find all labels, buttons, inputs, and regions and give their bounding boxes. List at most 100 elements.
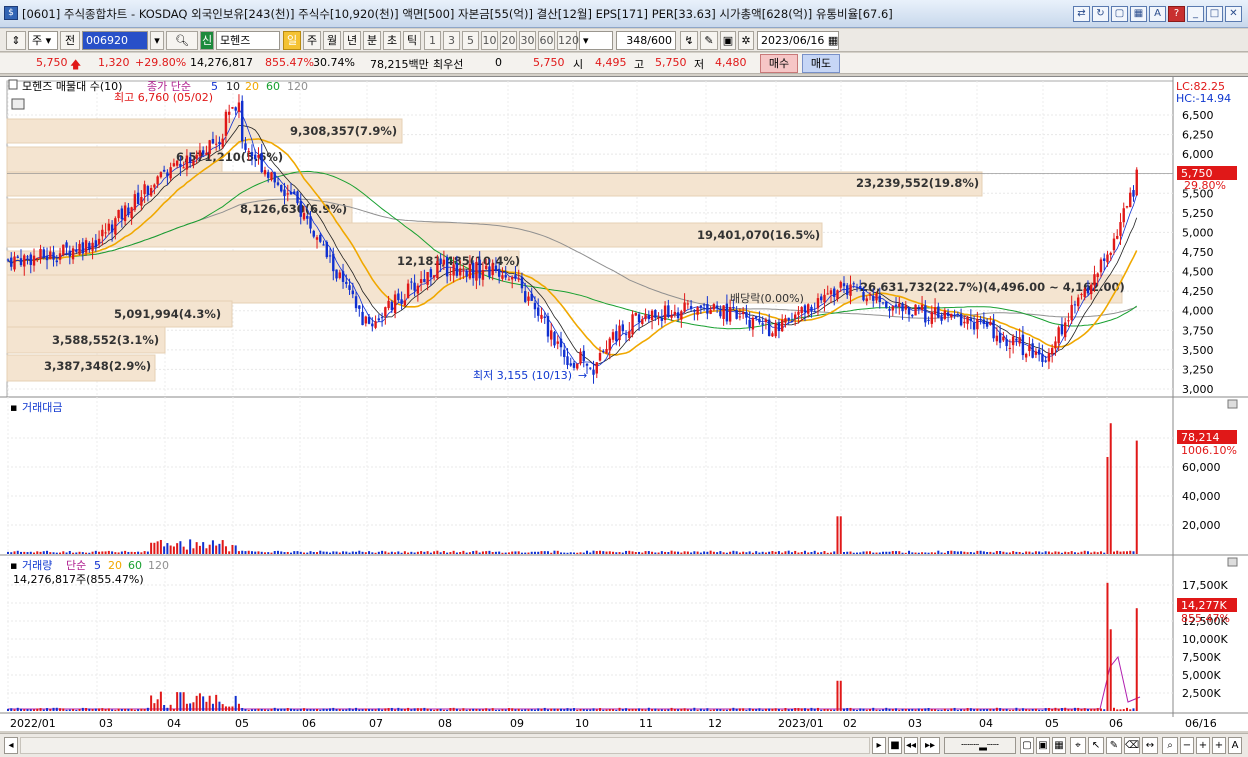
minimize-button[interactable]: _ <box>1187 6 1204 22</box>
minute-60[interactable]: 60 <box>538 31 555 50</box>
vol-ma60-label: 60 <box>128 559 142 572</box>
stretch-icon[interactable]: ↔ <box>1142 737 1158 754</box>
sell-button[interactable]: 매도 <box>802 54 840 73</box>
copy-icon[interactable]: ▢ <box>1111 6 1128 22</box>
cursor-icon[interactable]: ↖ <box>1088 737 1104 754</box>
tab-month[interactable]: 월 <box>323 31 341 50</box>
candle-body <box>361 311 364 326</box>
minute-30[interactable]: 30 <box>519 31 536 50</box>
amount-bar <box>1044 551 1047 554</box>
amount-bar <box>85 552 88 554</box>
amount-bar <box>540 551 543 554</box>
font-icon[interactable]: A <box>1149 6 1166 22</box>
rewind-icon[interactable]: ◂◂ <box>904 737 918 754</box>
stock-code-input[interactable]: 006920 <box>82 31 148 50</box>
tool-icon[interactable]: ✎ <box>700 31 718 50</box>
magnify-icon[interactable]: ⌕ <box>1162 737 1178 754</box>
scroll-track[interactable] <box>20 737 870 754</box>
tab-second[interactable]: 초 <box>383 31 401 50</box>
stop-icon[interactable]: ■ <box>888 737 902 754</box>
draw-icon[interactable]: ✎ <box>1106 737 1122 754</box>
volume-bar <box>862 708 865 711</box>
candle-body <box>585 363 589 366</box>
amount-bar <box>296 551 299 554</box>
zoom-in-icon[interactable]: + <box>1196 737 1210 754</box>
text-size-icon[interactable]: A <box>1228 737 1242 754</box>
amount-bar <box>416 551 419 554</box>
zoom-box2-icon[interactable]: ▣ <box>1036 737 1050 754</box>
custom-interval-input[interactable]: ▾ <box>579 31 613 50</box>
eraser-icon[interactable]: ⌫ <box>1124 737 1140 754</box>
buy-button[interactable]: 매수 <box>760 54 798 73</box>
amount-bar <box>433 551 436 554</box>
scroll-left-icon[interactable]: ◂ <box>4 737 18 754</box>
play-icon[interactable]: ▸ <box>872 737 886 754</box>
amount-bar <box>940 552 943 554</box>
table-icon[interactable] <box>11 98 25 110</box>
candle-body <box>553 332 556 346</box>
search-icon[interactable]: 🔍︎ <box>166 31 198 50</box>
tab-minute[interactable]: 분 <box>363 31 381 50</box>
minute-20[interactable]: 20 <box>500 31 517 50</box>
bar-count[interactable]: 348/600 <box>616 31 676 50</box>
fit-icon[interactable]: + <box>1212 737 1226 754</box>
date-input[interactable]: 2023/06/16 ▦ <box>757 31 839 50</box>
candle-body <box>1132 190 1135 197</box>
maximize-button[interactable]: □ <box>1206 6 1223 22</box>
amount-bar <box>664 551 667 554</box>
candle-body <box>839 281 842 288</box>
volume-bar <box>1021 708 1024 711</box>
layout-icon[interactable]: ▦ <box>1052 737 1066 754</box>
volume-bar <box>686 709 689 711</box>
chart-area[interactable]: 9,308,357(7.9%) 6,571,210(5.6%) 23,239,552… <box>0 76 1248 731</box>
minute-5[interactable]: 5 <box>462 31 479 50</box>
amount-bar <box>1067 552 1070 554</box>
minute-10[interactable]: 10 <box>481 31 498 50</box>
tab-year[interactable]: 년 <box>343 31 361 50</box>
candle-body <box>101 229 104 237</box>
amount-bar <box>176 543 179 554</box>
grid-icon[interactable]: ▦ <box>1130 6 1147 22</box>
period-select[interactable]: 주 ▾ <box>28 31 58 50</box>
app-icon: $ <box>4 6 18 20</box>
price-tick-label: 4,750 <box>1182 246 1214 259</box>
minute-120[interactable]: 120 <box>557 31 579 50</box>
amount-bar <box>729 551 732 554</box>
forward-icon[interactable]: ▸▸ <box>920 737 940 754</box>
link-icon[interactable]: ⇄ <box>1073 6 1090 22</box>
tab-week[interactable]: 주 <box>303 31 321 50</box>
zoom-slider[interactable]: ┄┄┄▂┄┄ <box>944 737 1016 754</box>
zoom-box-icon[interactable]: ▢ <box>1020 737 1034 754</box>
amount-bar <box>407 552 410 554</box>
candle-body <box>637 314 641 323</box>
candle-body <box>371 323 374 327</box>
crosshair-icon[interactable]: ⌖ <box>1070 737 1086 754</box>
help-icon[interactable]: ? <box>1168 6 1185 22</box>
volume-bar <box>75 709 78 711</box>
tab-day[interactable]: 일 <box>283 31 301 50</box>
amount-badge-value: 78,214 <box>1181 431 1220 444</box>
refresh-icon[interactable]: ↻ <box>1092 6 1109 22</box>
tab-tick[interactable]: 틱 <box>403 31 421 50</box>
chart-svg[interactable]: 9,308,357(7.9%) 6,571,210(5.6%) 23,239,552… <box>0 77 1248 732</box>
zoom-out-icon[interactable]: − <box>1180 737 1194 754</box>
ma10-label: 10 <box>226 80 240 93</box>
volume-bar <box>107 708 110 711</box>
candle-body <box>976 319 979 330</box>
candle-body <box>888 308 891 311</box>
candle-body <box>449 274 452 276</box>
close-button[interactable]: ✕ <box>1225 6 1242 22</box>
chart-type-icon[interactable]: ↯ <box>680 31 698 50</box>
save-icon[interactable]: ▣ <box>720 31 736 50</box>
amount-panel-close-icon[interactable] <box>1227 399 1238 409</box>
pin-icon[interactable]: ⇕ <box>6 31 26 50</box>
minute-3[interactable]: 3 <box>443 31 460 50</box>
volume-bar <box>810 707 813 711</box>
volume-bar <box>377 708 380 711</box>
gear-icon[interactable]: ✲ <box>738 31 754 50</box>
prev-button[interactable]: 전 <box>60 31 80 50</box>
candle-body <box>807 304 810 314</box>
code-dropdown-icon[interactable]: ▾ <box>150 31 164 50</box>
minute-1[interactable]: 1 <box>424 31 441 50</box>
volume-panel-close-icon[interactable] <box>1227 557 1238 567</box>
